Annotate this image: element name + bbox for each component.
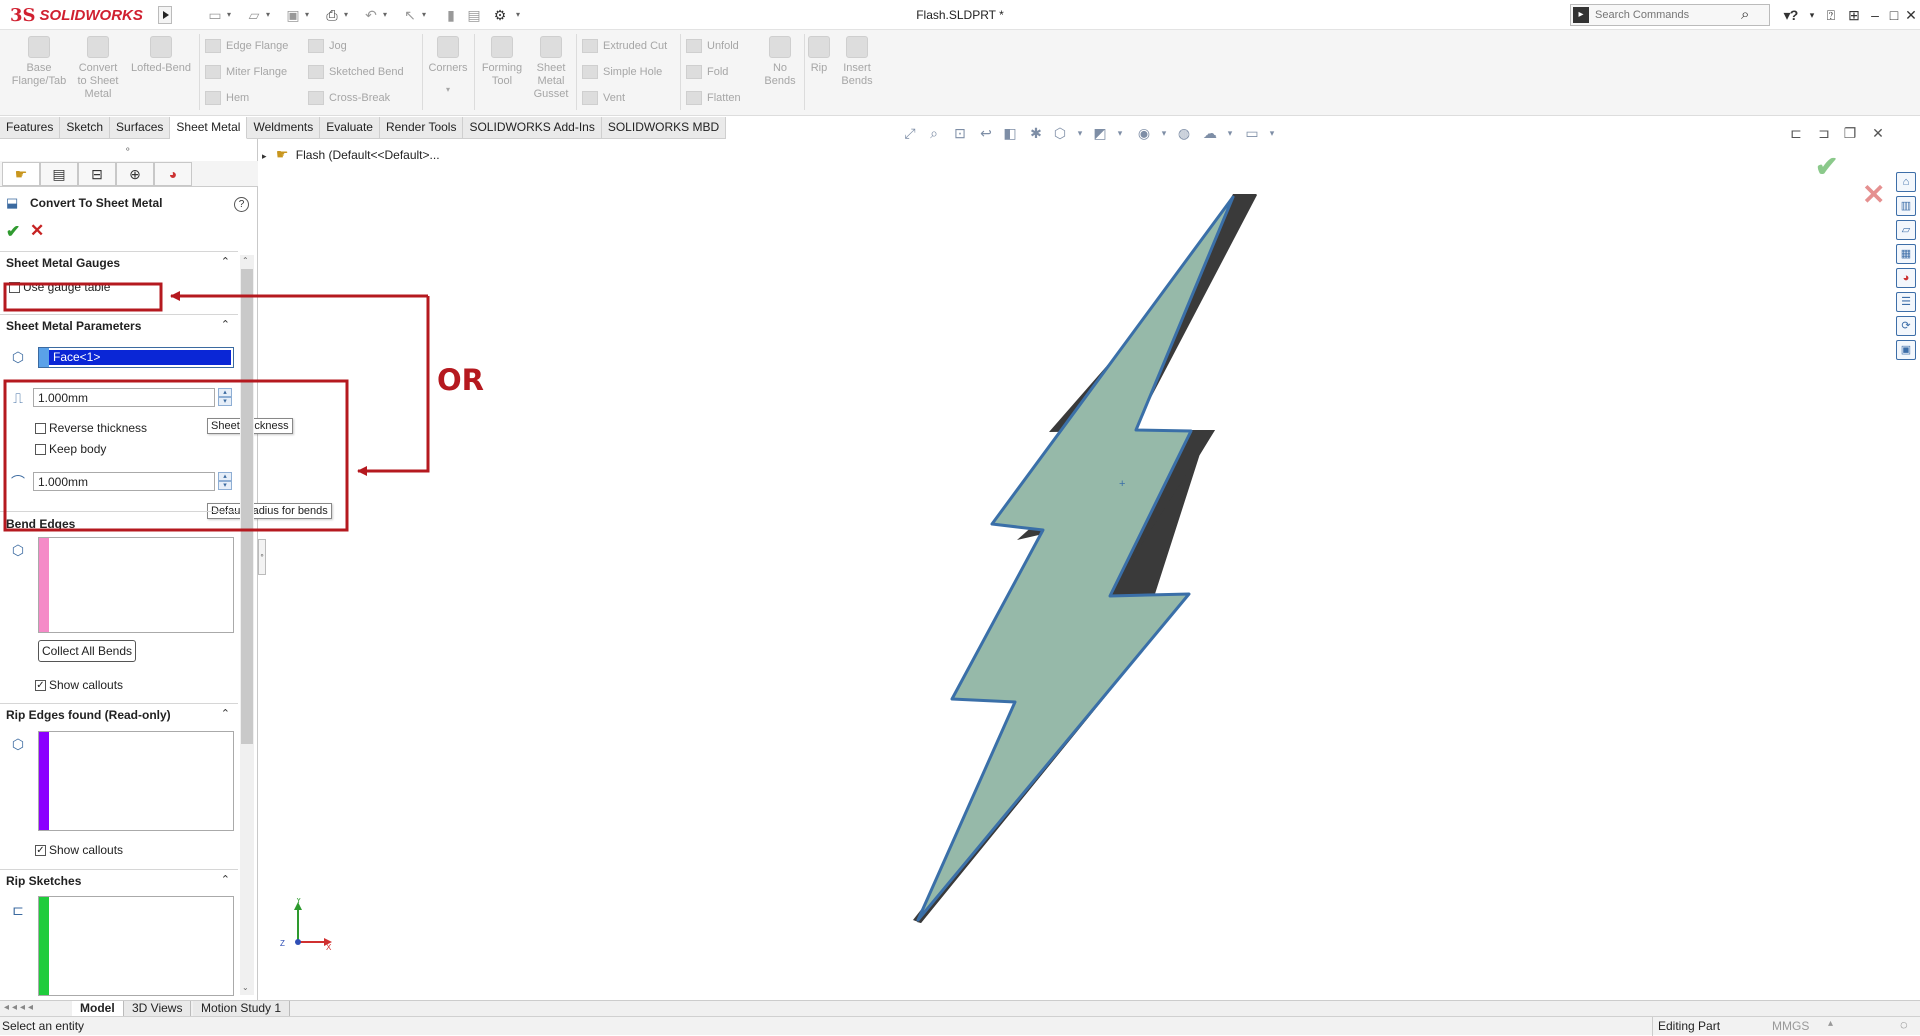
tab-3d-views[interactable]: 3D Views — [124, 1001, 192, 1017]
bottom-tabs-bar: ◂◂◂◂ Model 3D Views Motion Study 1 — [0, 1000, 1920, 1017]
triad-z-label: Z — [280, 939, 285, 948]
unit-system-selector[interactable]: MMGS — [1772, 1019, 1809, 1033]
status-editing-mode: Editing Part — [1658, 1019, 1721, 1033]
status-divider — [1652, 1017, 1653, 1036]
tooltip-balloon-icon[interactable]: ◌ — [1900, 1017, 1908, 1032]
triad-y-label: Y — [296, 898, 302, 905]
unit-system-dropdown-icon[interactable]: ▴ — [1828, 1018, 1833, 1029]
status-message: Select an entity — [2, 1019, 85, 1033]
coordinate-triad: Y X Z — [280, 898, 332, 952]
origin-marker-icon: + — [1119, 478, 1125, 490]
tab-model[interactable]: Model — [72, 1001, 124, 1017]
triad-x-label: X — [326, 943, 332, 952]
tab-scroll-arrows-icon[interactable]: ◂◂◂◂ — [4, 1002, 36, 1013]
graphics-viewport[interactable]: + — [0, 0, 1920, 1035]
status-bar: Select an entity Editing Part MMGS ▴ ◌ — [0, 1016, 1920, 1036]
tab-motion-study-1[interactable]: Motion Study 1 — [193, 1001, 291, 1017]
lightning-bolt-face[interactable] — [916, 195, 1235, 922]
or-annotation-label: OR — [437, 363, 484, 397]
